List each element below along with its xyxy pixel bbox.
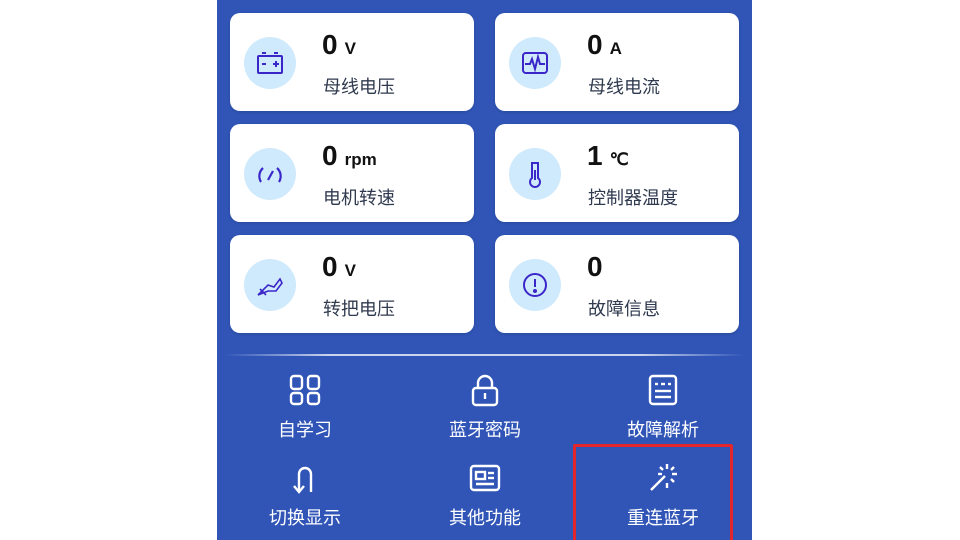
throttle-voltage-label: 转把电压 — [323, 299, 395, 320]
bus-voltage-value: 0 — [322, 29, 338, 60]
throttle-voltage-value: 0 — [322, 251, 338, 282]
motor-speed-value-row: 0 rpm — [322, 140, 377, 172]
app-screen: 0V 母线电压 0A 母线电流 0 rpm 电机转速 1 ℃ 控制器温度 0 V… — [217, 0, 752, 540]
fault-info-card[interactable]: 0 故障信息 — [495, 235, 739, 333]
motor-speed-unit: rpm — [344, 150, 377, 169]
bus-current-value-row: 0A — [587, 29, 622, 61]
bluetooth-password-button[interactable]: 蓝牙密码 — [405, 372, 565, 452]
controller-temp-value: 1 — [587, 140, 603, 171]
grid-icon — [289, 374, 321, 406]
fault-analysis-button[interactable]: 故障解析 — [583, 372, 743, 452]
fault-info-value-row: 0 — [587, 251, 610, 283]
list-panel-icon — [648, 374, 678, 406]
fault-info-label: 故障信息 — [588, 299, 660, 320]
bus-current-card[interactable]: 0A 母线电流 — [495, 13, 739, 111]
throttle-voltage-card[interactable]: 0V 转把电压 — [230, 235, 474, 333]
switch-display-label: 切换显示 — [269, 508, 341, 529]
bus-current-unit: A — [609, 39, 622, 58]
waveform-icon — [509, 37, 561, 89]
speedometer-icon — [244, 148, 296, 200]
throttle-voltage-value-row: 0V — [322, 251, 356, 283]
controller-temp-card[interactable]: 1 ℃ 控制器温度 — [495, 124, 739, 222]
bus-current-label: 母线电流 — [588, 77, 660, 98]
motor-speed-value: 0 — [322, 140, 338, 171]
other-functions-button[interactable]: 其他功能 — [405, 460, 565, 540]
selection-highlight — [573, 444, 733, 540]
bus-voltage-label: 母线电压 — [323, 77, 395, 98]
controller-temp-unit: ℃ — [609, 150, 629, 169]
switch-display-button[interactable]: 切换显示 — [225, 460, 385, 540]
other-functions-label: 其他功能 — [449, 508, 521, 529]
lock-icon — [471, 374, 499, 407]
bus-voltage-unit: V — [344, 39, 356, 58]
u-turn-arrow-icon — [293, 466, 313, 494]
section-divider — [225, 354, 744, 356]
throttle-voltage-unit: V — [344, 261, 356, 280]
battery-icon — [244, 37, 296, 89]
self-learn-label: 自学习 — [278, 420, 332, 441]
motor-speed-label: 电机转速 — [323, 188, 395, 209]
thermometer-icon — [509, 148, 561, 200]
id-card-icon — [469, 464, 501, 492]
bluetooth-password-label: 蓝牙密码 — [449, 420, 521, 441]
bus-current-value: 0 — [587, 29, 603, 60]
bus-voltage-card[interactable]: 0V 母线电压 — [230, 13, 474, 111]
alert-icon — [509, 259, 561, 311]
motor-speed-card[interactable]: 0 rpm 电机转速 — [230, 124, 474, 222]
self-learn-button[interactable]: 自学习 — [225, 372, 385, 452]
throttle-icon — [244, 259, 296, 311]
controller-temp-label: 控制器温度 — [588, 188, 678, 209]
fault-info-value: 0 — [587, 251, 603, 282]
bus-voltage-value-row: 0V — [322, 29, 356, 61]
controller-temp-value-row: 1 ℃ — [587, 140, 629, 172]
fault-analysis-label: 故障解析 — [627, 420, 699, 441]
